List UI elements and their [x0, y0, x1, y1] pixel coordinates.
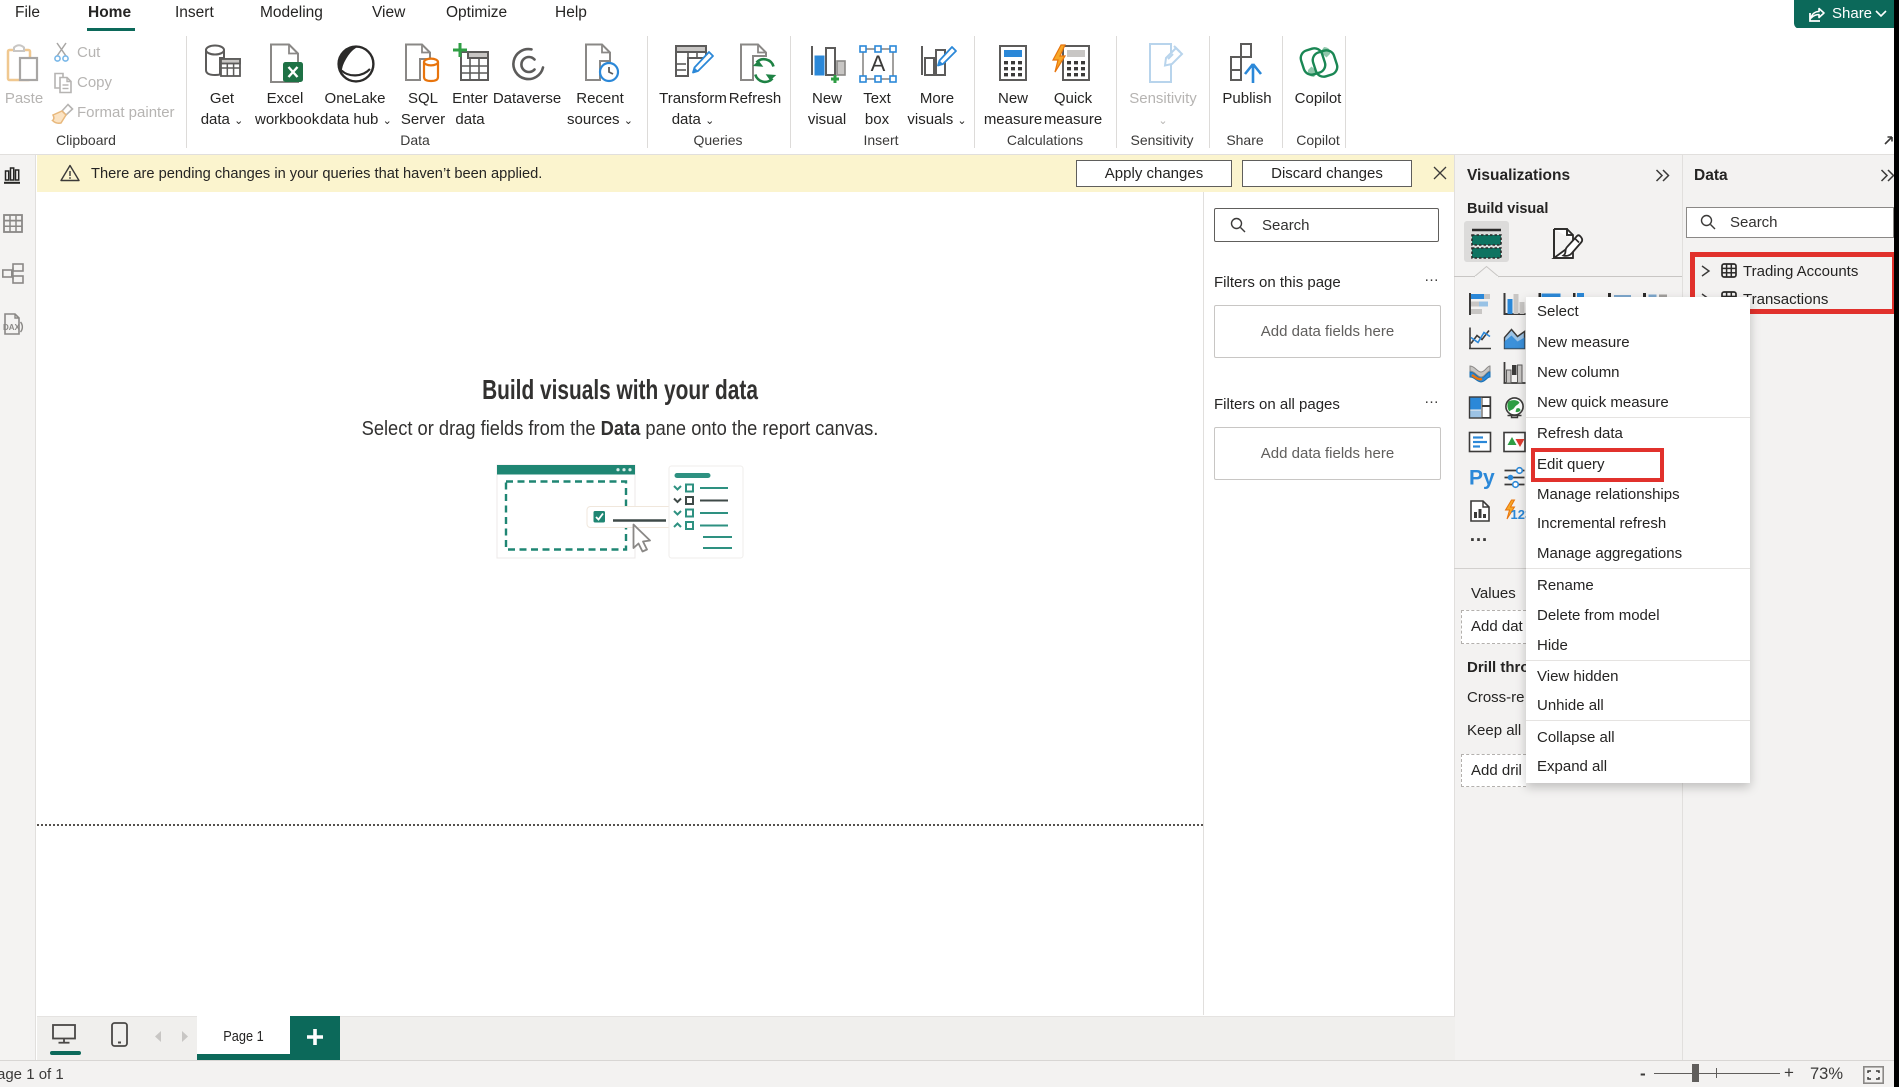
svg-text:A: A: [871, 51, 886, 76]
svg-text:…: …: [1469, 525, 1490, 546]
svg-text:Py: Py: [1469, 467, 1495, 490]
svg-text:DAX: DAX: [3, 323, 21, 332]
